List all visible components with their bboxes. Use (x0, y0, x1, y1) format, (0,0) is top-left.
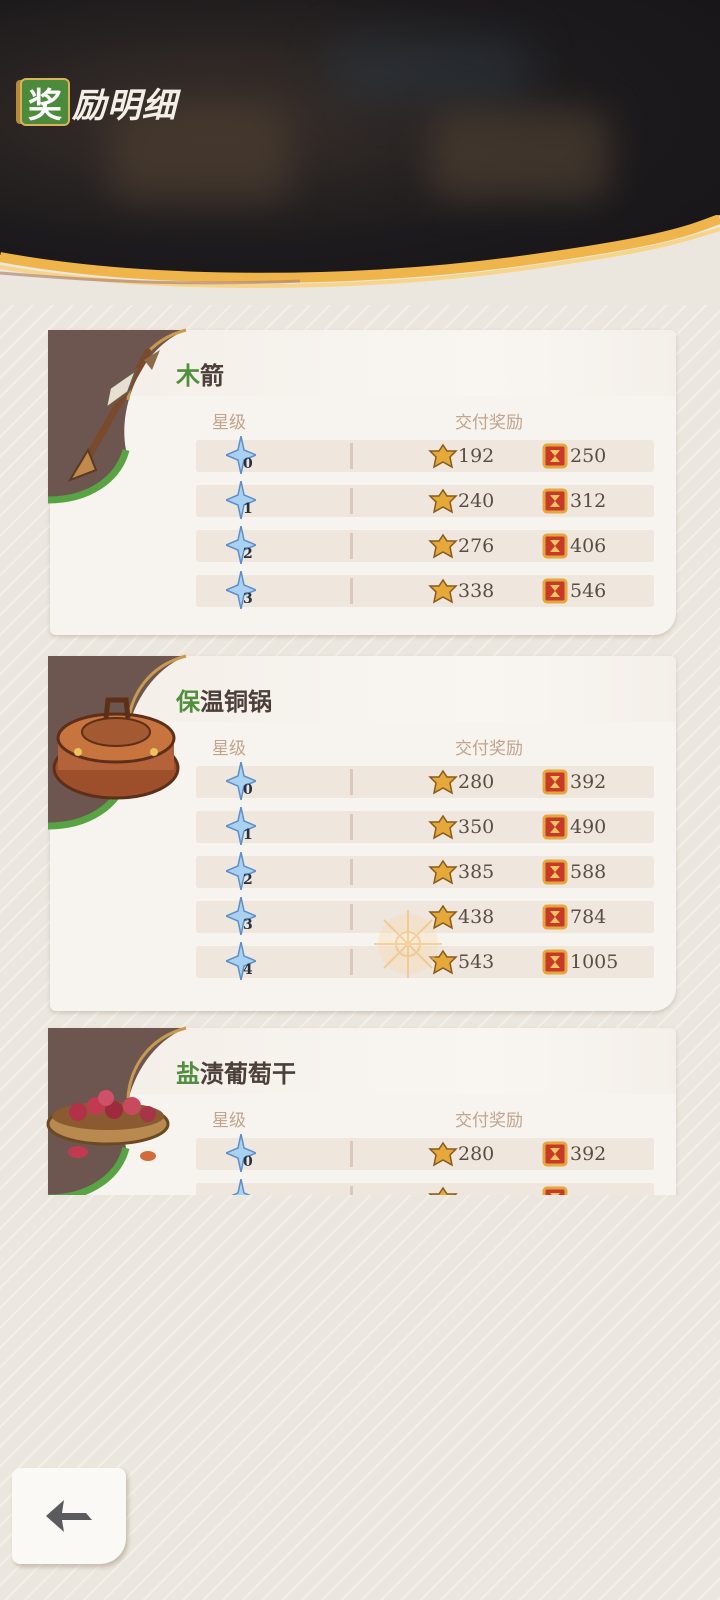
reward-row: 3 338 546 (196, 571, 654, 609)
star-level-value: 0 (243, 782, 253, 798)
star-level-value: 1 (243, 827, 253, 843)
reward-row: 1 240 312 (196, 481, 654, 519)
star-level-value: 3 (243, 917, 253, 933)
reward-scroll-icon (542, 814, 568, 840)
coin-reward-value: 338 (458, 580, 495, 602)
coin-reward-value: 192 (458, 445, 495, 467)
salted-raisins-icon (46, 1026, 187, 1195)
page-title: 奖 励明细 (20, 76, 177, 128)
reward-scroll-icon (542, 443, 568, 469)
coin-reward-value: 276 (458, 535, 495, 557)
reward-scroll-icon (542, 533, 568, 559)
reward-scroll-icon (542, 1186, 568, 1195)
coin-reward-value: 385 (458, 861, 495, 883)
star-level-value: 2 (243, 546, 253, 562)
mora-coin-icon (428, 1141, 458, 1167)
reward-row: 2 276 406 (196, 526, 654, 564)
title-text: 励明细 (72, 85, 177, 126)
column-header-reward: 交付奖励 (455, 1111, 523, 1131)
coin-reward-value: 350 (458, 816, 495, 838)
mora-coin-icon (428, 859, 458, 885)
star-level-value: 0 (243, 1154, 253, 1170)
reward-scroll-icon (542, 769, 568, 795)
mora-coin-icon (428, 1186, 458, 1195)
coin-reward-value: 280 (458, 1143, 495, 1165)
item-name: 盐渍葡萄干 (176, 1060, 296, 1088)
back-button[interactable] (12, 1468, 126, 1564)
star-level-value: 3 (243, 591, 253, 607)
column-header-reward: 交付奖励 (455, 413, 523, 433)
coin-reward-value: 240 (458, 490, 495, 512)
reward-scroll-icon (542, 904, 568, 930)
column-header-star: 星级 (212, 739, 246, 759)
reward-scroll-icon (542, 1141, 568, 1167)
scroll-reward-value: 1005 (570, 951, 619, 973)
item-card-salted-raisins: 盐渍葡萄干 星级 交付奖励 0 280 392 (46, 1026, 676, 1195)
mora-coin-icon (428, 578, 458, 604)
star-level-value: 2 (243, 872, 253, 888)
mora-coin-icon (428, 443, 458, 469)
scroll-reward-value: 392 (570, 1143, 607, 1165)
item-name: 木箭 (176, 362, 224, 390)
column-header-reward: 交付奖励 (455, 739, 523, 759)
reward-row (196, 1179, 654, 1195)
scroll-reward-value: 392 (570, 771, 607, 793)
header-wave-decoration (0, 215, 720, 305)
item-name: 保温铜锅 (176, 688, 272, 716)
mora-coin-icon (428, 533, 458, 559)
reward-row: 1 350 490 (196, 807, 654, 845)
reward-scroll-icon (542, 859, 568, 885)
scroll-reward-value: 250 (570, 445, 607, 467)
star-level-value: 4 (243, 962, 253, 978)
mora-coin-icon (428, 814, 458, 840)
sun-watermark-icon (374, 910, 442, 978)
reward-row: 0 280 392 (196, 762, 654, 800)
item-card-copper-pot: 保温铜锅 星级 交付奖励 0 280 392 1 350 490 2 385 5… (47, 654, 676, 1011)
wooden-arrow-icon (47, 328, 187, 504)
column-header-star: 星级 (212, 413, 246, 433)
scroll-reward-value: 312 (570, 490, 607, 512)
reward-scroll-icon (542, 949, 568, 975)
back-arrow-icon (46, 1500, 92, 1532)
reward-row: 0 280 392 (196, 1134, 654, 1172)
scroll-reward-value: 490 (570, 816, 607, 838)
scroll-reward-value: 784 (570, 906, 607, 928)
reward-list[interactable]: 木箭 星级 交付奖励 0 192 250 1 240 312 2 276 406… (0, 300, 720, 1195)
coin-reward-value: 438 (458, 906, 495, 928)
reward-row: 0 192 250 (196, 436, 654, 474)
scroll-reward-value: 546 (570, 580, 607, 602)
reward-scroll-icon (542, 578, 568, 604)
star-level-value: 0 (243, 456, 253, 472)
scroll-reward-value: 406 (570, 535, 607, 557)
mora-coin-icon (428, 488, 458, 514)
reward-scroll-icon (542, 488, 568, 514)
star-level-value: 1 (243, 501, 253, 517)
title-badge: 奖 (20, 78, 70, 126)
reward-row: 2 385 588 (196, 852, 654, 890)
mora-coin-icon (428, 769, 458, 795)
coin-reward-value: 280 (458, 771, 495, 793)
copper-pot-icon (47, 654, 187, 830)
column-header-star: 星级 (212, 1111, 246, 1131)
scroll-reward-value: 588 (570, 861, 607, 883)
star-level-icon (231, 1179, 251, 1195)
item-card-wooden-arrow: 木箭 星级 交付奖励 0 192 250 1 240 312 2 276 406… (47, 328, 676, 635)
coin-reward-value: 543 (458, 951, 495, 973)
